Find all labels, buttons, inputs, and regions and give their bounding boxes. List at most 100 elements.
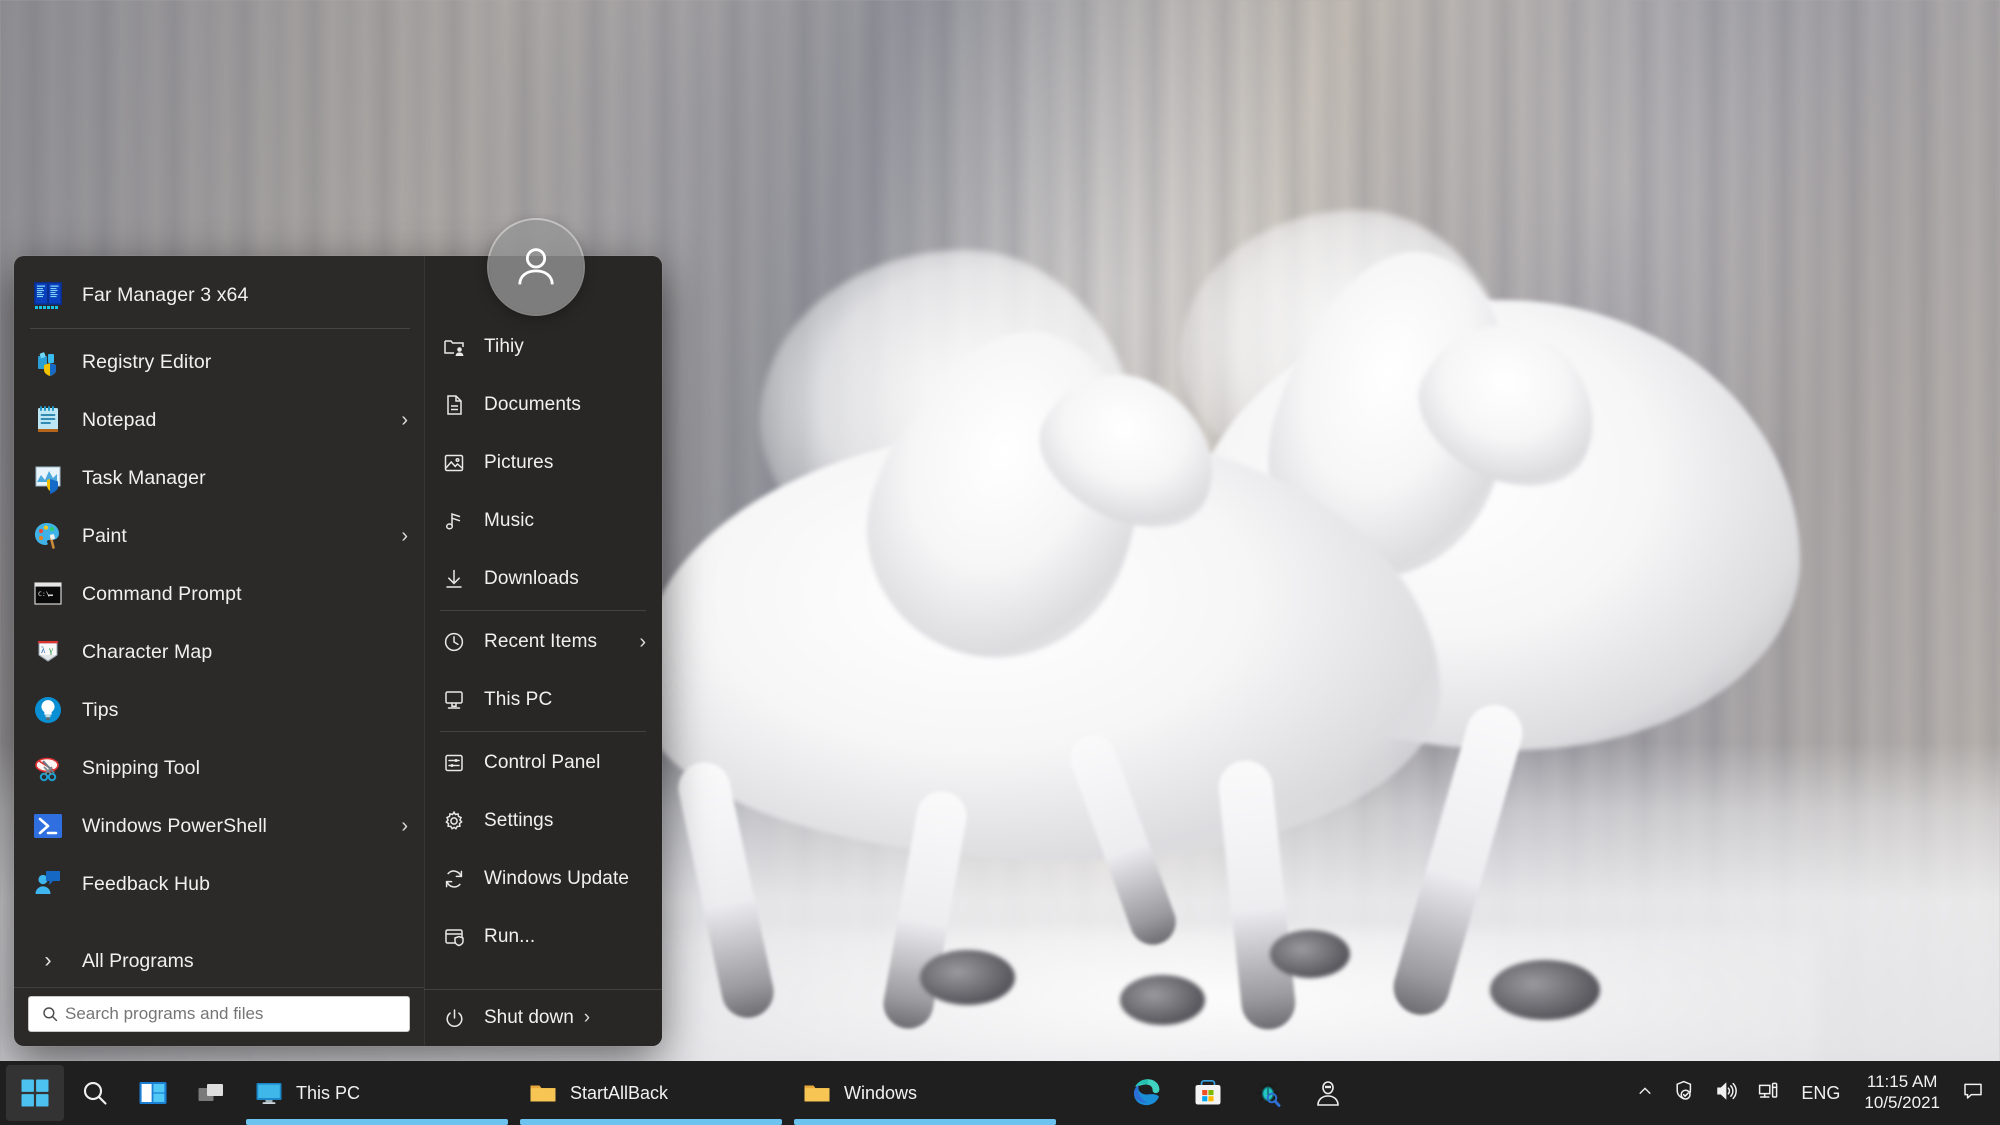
powershell-icon xyxy=(28,806,68,846)
start-item-label: Snipping Tool xyxy=(82,756,201,779)
search-box[interactable] xyxy=(28,996,410,1032)
wallpaper-horse-hoof xyxy=(920,950,1015,1005)
start-item-this-pc[interactable]: This PC xyxy=(424,671,662,729)
start-item-registry-editor[interactable]: Registry Editor xyxy=(14,333,424,391)
taskbar-window-startallback[interactable]: StartAllBack xyxy=(516,1065,786,1125)
folder-icon xyxy=(528,1078,558,1108)
search-input[interactable] xyxy=(63,1003,401,1025)
task-manager-icon xyxy=(28,458,68,498)
music-note-icon xyxy=(440,501,468,541)
start-item-tihiy[interactable]: Tihiy xyxy=(424,318,662,376)
search-icon xyxy=(37,1005,63,1023)
start-item-label: Windows Update xyxy=(484,868,630,889)
snipping-tool-icon xyxy=(28,748,68,788)
menu-divider xyxy=(440,731,646,732)
refresh-icon xyxy=(440,859,468,899)
start-item-label: Feedback Hub xyxy=(82,872,211,895)
start-item-character-map[interactable]: λ γ Character Map xyxy=(14,623,424,681)
start-item-label: This PC xyxy=(484,689,553,710)
tray-network-button[interactable] xyxy=(1747,1061,1789,1125)
start-item-music[interactable]: Music xyxy=(424,492,662,550)
start-menu: Far Manager 3 x64 Registry Editor Notepa… xyxy=(14,256,662,1046)
command-prompt-icon: C:\ xyxy=(28,574,68,614)
start-item-pictures[interactable]: Pictures xyxy=(424,434,662,492)
person-icon xyxy=(1312,1077,1344,1109)
taskbar-app-bug-magnifier[interactable] xyxy=(1240,1065,1296,1121)
tray-clock[interactable]: 11:15 AM 10/5/2021 xyxy=(1852,1061,1952,1125)
taskbar-app-microsoft-store[interactable] xyxy=(1180,1065,1236,1121)
start-menu-right-column: Tihiy Documents Pictures Music Downloads… xyxy=(424,256,662,1046)
chevron-right-icon: › xyxy=(401,409,408,431)
folder-icon xyxy=(802,1078,832,1108)
taskbar-task-view-button[interactable] xyxy=(126,1065,180,1121)
start-button[interactable] xyxy=(6,1065,64,1121)
start-item-recent-items[interactable]: Recent Items › xyxy=(424,613,662,671)
taskbar-widgets-button[interactable] xyxy=(184,1065,238,1121)
volume-icon xyxy=(1714,1079,1738,1108)
start-item-command-prompt[interactable]: C:\ Command Prompt xyxy=(14,565,424,623)
tray-language-label: ENG xyxy=(1801,1082,1841,1103)
edge-icon xyxy=(1130,1076,1164,1110)
chevron-up-icon xyxy=(1636,1082,1654,1105)
chevron-right-icon: › xyxy=(44,949,52,972)
tray-date: 10/5/2021 xyxy=(1864,1093,1940,1112)
chevron-right-icon: › xyxy=(639,631,646,653)
desktop: Far Manager 3 x64 Registry Editor Notepa… xyxy=(0,0,2000,1125)
start-item-downloads[interactable]: Downloads xyxy=(424,550,662,608)
start-item-tips[interactable]: Tips xyxy=(14,681,424,739)
start-item-feedback-hub[interactable]: Feedback Hub xyxy=(14,855,424,913)
task-view-icon xyxy=(138,1078,168,1108)
tips-icon xyxy=(28,690,68,730)
start-item-far-manager[interactable]: Far Manager 3 x64 xyxy=(14,266,424,324)
svg-text:γ: γ xyxy=(48,645,53,655)
start-item-paint[interactable]: Paint › xyxy=(14,507,424,565)
start-item-settings[interactable]: Settings xyxy=(424,792,662,850)
start-item-label: Character Map xyxy=(82,640,213,663)
start-item-windows-update[interactable]: Windows Update xyxy=(424,850,662,908)
start-item-control-panel[interactable]: Control Panel xyxy=(424,734,662,792)
start-item-documents[interactable]: Documents xyxy=(424,376,662,434)
taskbar-window-windows[interactable]: Windows xyxy=(790,1065,1060,1125)
tray-overflow-button[interactable] xyxy=(1627,1061,1663,1125)
start-item-task-manager[interactable]: Task Manager xyxy=(14,449,424,507)
taskbar-active-indicator xyxy=(794,1119,1056,1125)
start-item-label: Run... xyxy=(484,926,536,947)
start-item-run[interactable]: Run... xyxy=(424,908,662,966)
start-item-label: Settings xyxy=(484,810,554,831)
chevron-right-icon: › xyxy=(583,1007,591,1028)
gear-icon xyxy=(440,801,468,841)
start-menu-left-column: Far Manager 3 x64 Registry Editor Notepa… xyxy=(14,256,424,1046)
tray-notification-button[interactable] xyxy=(1952,1061,1994,1125)
svg-text:C:\: C:\ xyxy=(38,590,50,598)
start-item-label: Downloads xyxy=(484,568,579,589)
control-panel-icon xyxy=(440,743,468,783)
avatar[interactable] xyxy=(489,220,583,314)
tray-language-indicator[interactable]: ENG xyxy=(1789,1061,1852,1125)
taskbar-search-button[interactable] xyxy=(68,1065,122,1121)
paint-icon xyxy=(28,516,68,556)
taskbar-app-person[interactable] xyxy=(1300,1065,1356,1121)
taskbar-window-label: This PC xyxy=(296,1082,361,1103)
windows-logo-icon xyxy=(20,1078,50,1108)
start-item-label: Far Manager 3 x64 xyxy=(82,283,249,306)
taskbar-app-edge[interactable] xyxy=(1118,1065,1176,1121)
taskbar-window-this-pc[interactable]: This PC xyxy=(242,1065,512,1125)
bug-magnifier-icon xyxy=(1252,1077,1284,1109)
clock-icon xyxy=(440,622,468,662)
wallpaper-horse-hoof xyxy=(1120,975,1205,1025)
far-manager-icon xyxy=(28,275,68,315)
tray-volume-button[interactable] xyxy=(1705,1061,1747,1125)
search-row xyxy=(14,987,424,1046)
start-item-snipping-tool[interactable]: Snipping Tool xyxy=(14,739,424,797)
start-item-windows-powershell[interactable]: Windows PowerShell › xyxy=(14,797,424,855)
shut-down-button[interactable]: Shut down › xyxy=(424,989,662,1046)
tray-security-button[interactable] xyxy=(1663,1061,1705,1125)
start-item-label: Music xyxy=(484,510,535,531)
this-pc-icon xyxy=(254,1078,284,1108)
all-programs-button[interactable]: › All Programs xyxy=(14,935,424,987)
start-item-label: Documents xyxy=(484,394,581,415)
all-programs-label: All Programs xyxy=(82,949,194,972)
taskbar-window-label: Windows xyxy=(844,1082,918,1103)
widgets-icon xyxy=(196,1078,226,1108)
start-item-notepad[interactable]: Notepad › xyxy=(14,391,424,449)
